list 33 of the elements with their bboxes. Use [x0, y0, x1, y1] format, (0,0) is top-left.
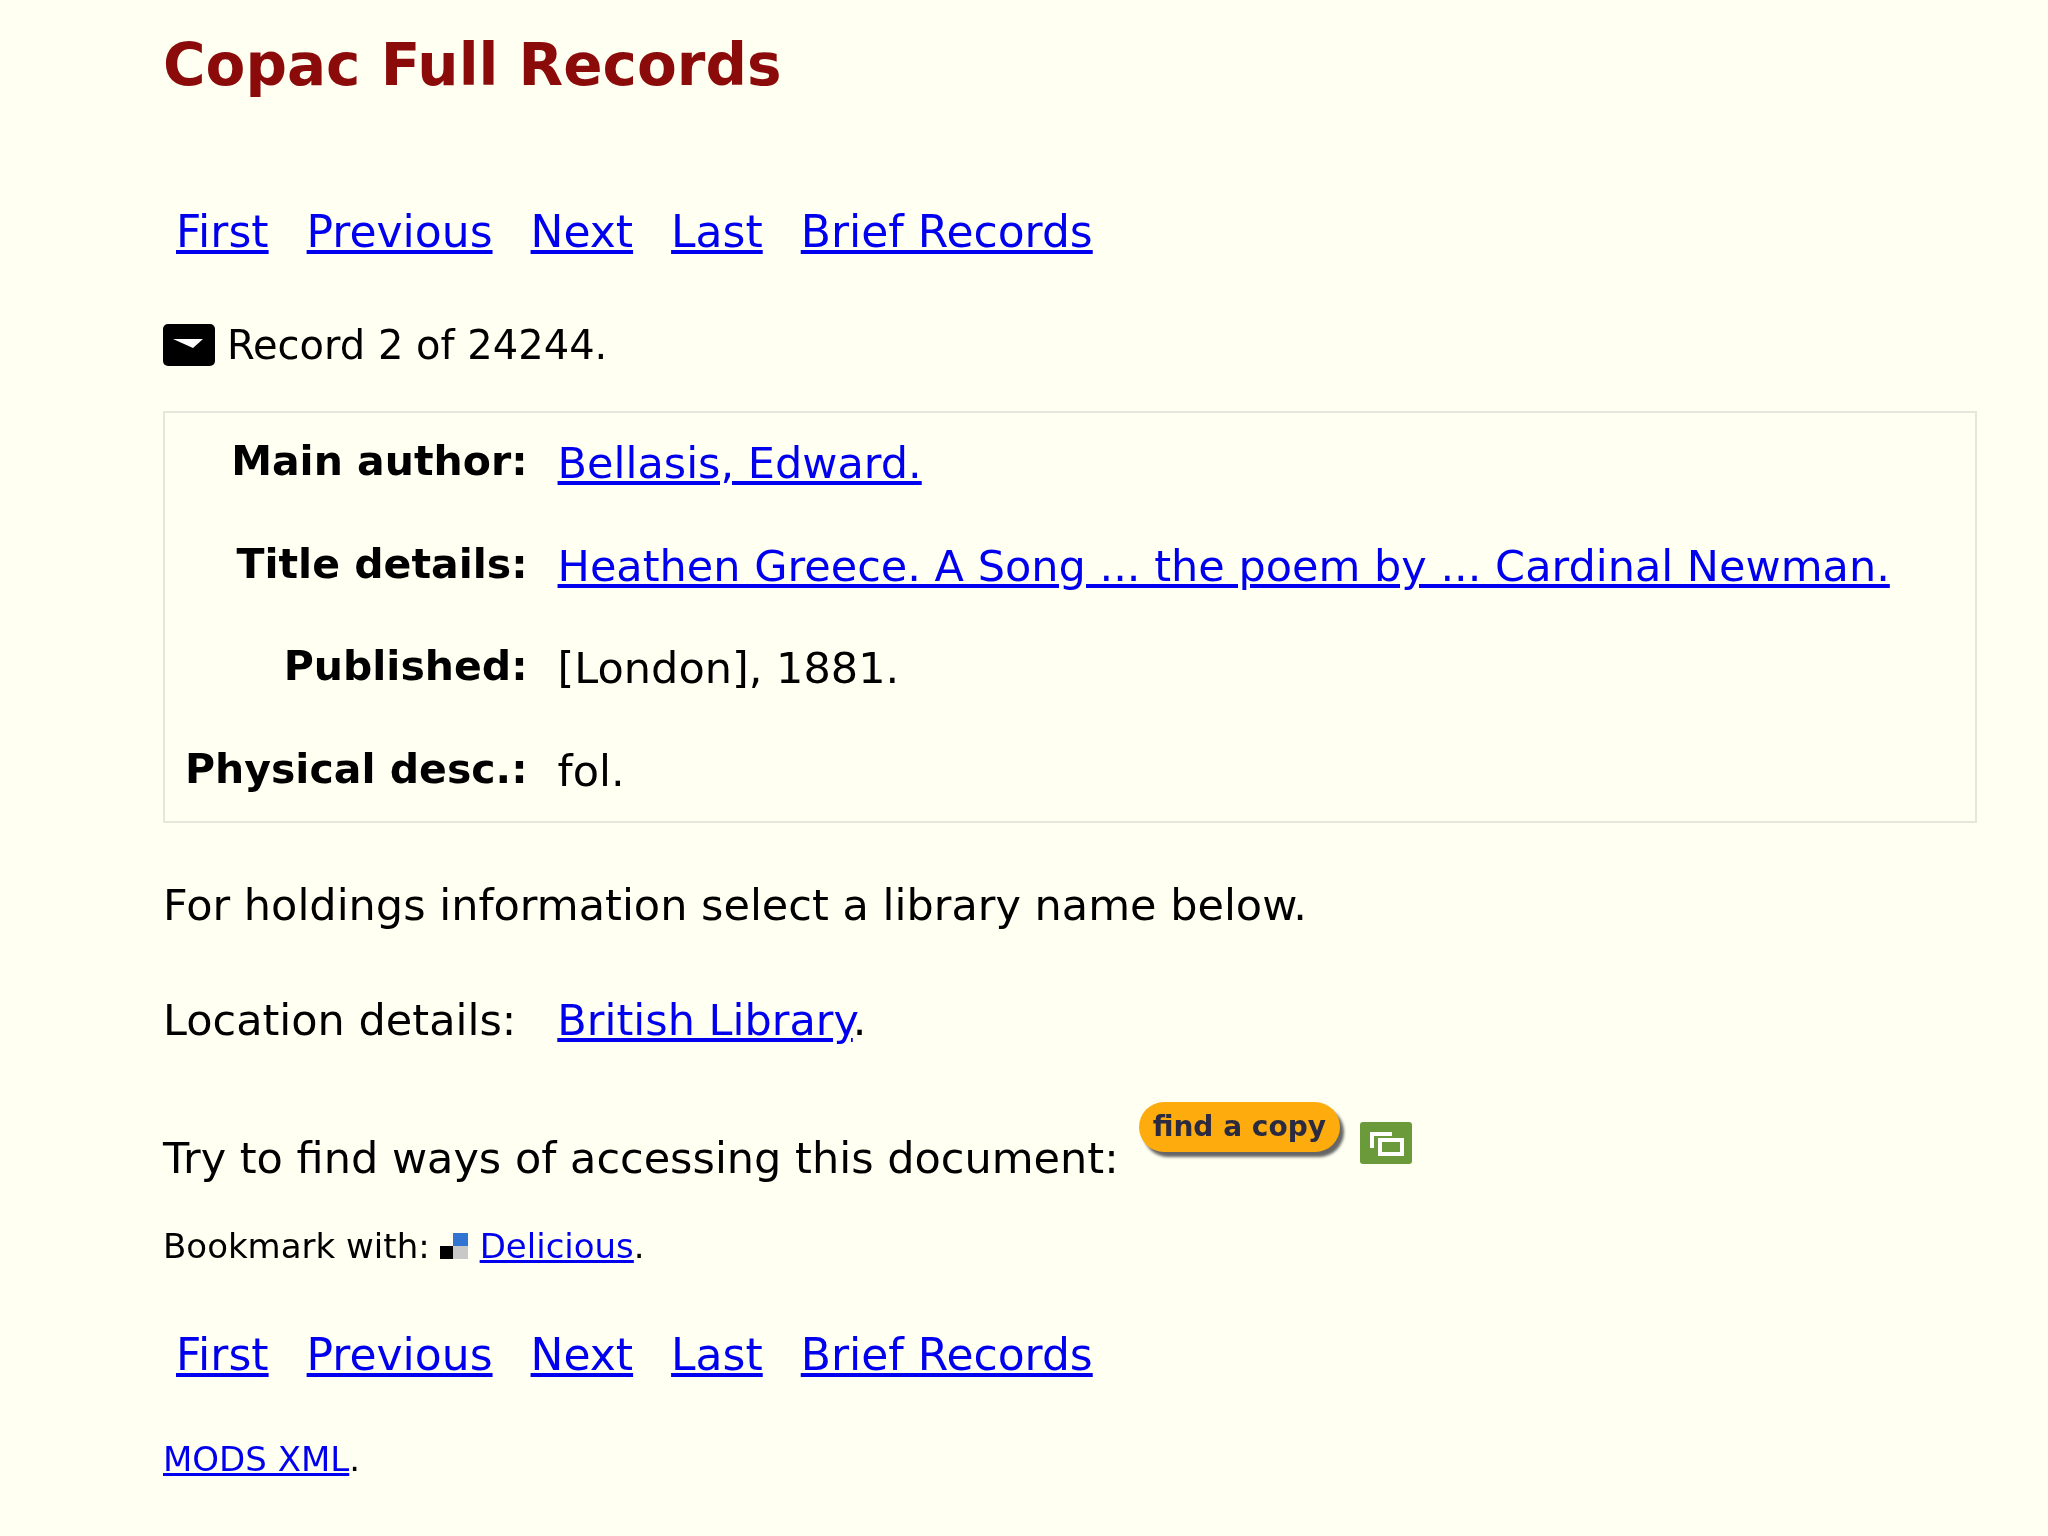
- holdings-note: For holdings information select a library name below.: [163, 879, 1309, 932]
- library-link[interactable]: British Library: [557, 994, 853, 1045]
- page-title: Copac Full Records: [163, 30, 783, 101]
- bookmark-service: Delicious.: [479, 1224, 645, 1268]
- nav-link[interactable]: Previous: [306, 1321, 493, 1388]
- nav-link[interactable]: Brief Records: [800, 199, 1093, 265]
- nav-link[interactable]: First: [176, 199, 269, 265]
- record-count: Record 2 of 24244.: [227, 321, 608, 370]
- bookmark-label: Bookmark with:: [163, 1224, 430, 1268]
- dropdown-icon[interactable]: [163, 324, 215, 366]
- field-label: Physical desc.:: [185, 743, 528, 795]
- nav-link[interactable]: Next: [530, 199, 634, 265]
- nav-link[interactable]: Next: [530, 1321, 634, 1388]
- nav-link[interactable]: Last: [671, 1321, 763, 1388]
- field-link[interactable]: Heathen Greece. A Song ... the poem by ... Cardinal Newman.: [557, 533, 1975, 598]
- windows-icon[interactable]: [1359, 1122, 1412, 1164]
- squares-icon: [439, 1233, 470, 1259]
- field-label: Title details:: [235, 538, 528, 590]
- mods-line: MODS XML.: [163, 1437, 362, 1481]
- location-line: Location details: British Library.: [163, 993, 868, 1047]
- nav-link[interactable]: First: [176, 1321, 269, 1388]
- nav-link[interactable]: Last: [671, 199, 763, 265]
- nav-link[interactable]: Previous: [306, 199, 493, 265]
- access-text: Try to find ways of accessing this document:: [163, 1132, 1119, 1185]
- mods-link[interactable]: MODS XML: [163, 1438, 350, 1479]
- field-link[interactable]: Bellasis, Edward.: [557, 431, 1975, 496]
- delicious-link[interactable]: Delicious: [479, 1225, 634, 1266]
- field-value: fol.: [557, 744, 626, 798]
- field-label: Published:: [282, 641, 528, 692]
- field-label: Main author:: [230, 436, 528, 487]
- find-copy-button[interactable]: find a copy: [1138, 1102, 1340, 1152]
- nav-link[interactable]: Brief Records: [800, 1321, 1093, 1388]
- field-value: [London], 1881.: [557, 642, 901, 695]
